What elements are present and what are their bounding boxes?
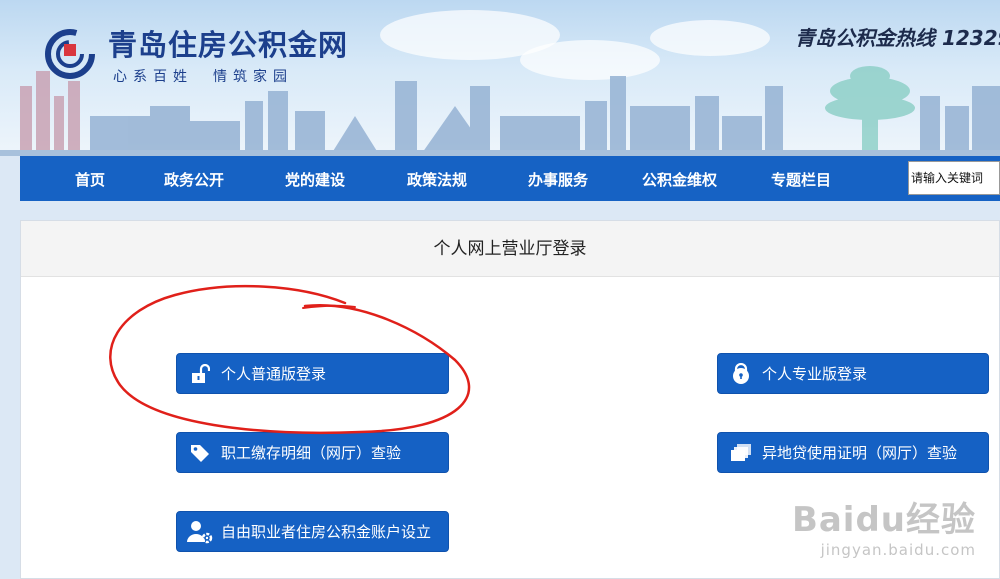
- offsite-loan-verify-label: 异地贷使用证明（网厅）查验: [762, 444, 958, 462]
- user-settings-icon: [187, 519, 213, 545]
- personal-pro-login-label: 个人专业版登录: [762, 365, 868, 383]
- header-banner: 青岛住房公积金网 心系百姓 情筑家园 青岛公积金热线 12329: [0, 0, 1000, 156]
- employee-deposit-verify-label: 职工缴存明细（网厅）查验: [221, 444, 402, 462]
- lock-icon: [728, 361, 754, 387]
- main-navigation: 首页 政务公开 党的建设 政策法规 办事服务 公积金维权 专题栏目: [20, 156, 1000, 201]
- documents-stack-icon: [728, 440, 754, 466]
- search-input[interactable]: [908, 161, 1000, 195]
- hotline-text: 青岛公积金热线 12329: [795, 26, 1000, 50]
- site-title: 青岛住房公积金网: [108, 28, 349, 62]
- freelancer-account-setup-button[interactable]: 自由职业者住房公积金账户设立: [176, 511, 449, 552]
- personal-standard-login-label: 个人普通版登录: [221, 365, 327, 383]
- nav-item-party-building[interactable]: 党的建设: [285, 169, 345, 190]
- nav-item-rights-protection[interactable]: 公积金维权: [642, 169, 717, 190]
- personal-pro-login-button[interactable]: 个人专业版登录: [717, 353, 989, 394]
- housing-fund-logo: [45, 29, 95, 79]
- employee-deposit-verify-button[interactable]: 职工缴存明细（网厅）查验: [176, 432, 449, 473]
- panel-title: 个人网上营业厅登录: [21, 221, 999, 277]
- tag-icon: [187, 440, 213, 466]
- site-slogan: 心系百姓 情筑家园: [113, 69, 293, 85]
- freelancer-account-setup-label: 自由职业者住房公积金账户设立: [221, 523, 432, 541]
- nav-item-special-topics[interactable]: 专题栏目: [771, 169, 831, 190]
- login-panel: 个人网上营业厅登录 个人普通版登录 个人专业版登录 职工缴存明细（网厅）查验 异…: [20, 220, 1000, 579]
- offsite-loan-verify-button[interactable]: 异地贷使用证明（网厅）查验: [717, 432, 989, 473]
- nav-item-home[interactable]: 首页: [75, 169, 105, 190]
- nav-item-services[interactable]: 办事服务: [528, 169, 588, 190]
- personal-standard-login-button[interactable]: 个人普通版登录: [176, 353, 449, 394]
- unlock-icon: [187, 361, 213, 387]
- nav-item-policies-regulations[interactable]: 政策法规: [407, 169, 467, 190]
- nav-item-government-affairs[interactable]: 政务公开: [164, 169, 224, 190]
